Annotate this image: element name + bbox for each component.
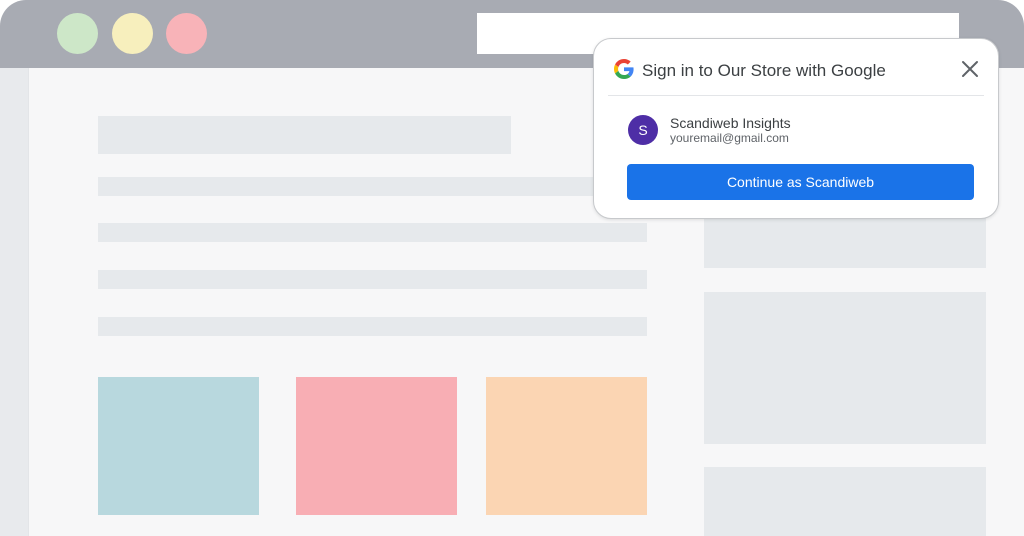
placeholder-line	[98, 317, 647, 336]
account-row[interactable]: S Scandiweb Insights youremail@gmail.com	[628, 113, 978, 151]
close-icon[interactable]	[958, 57, 982, 81]
left-strip	[0, 68, 28, 536]
avatar: S	[628, 115, 658, 145]
account-email: youremail@gmail.com	[670, 131, 789, 145]
google-sign-in-popup: Sign in to Our Store with Google S Scand…	[593, 38, 999, 219]
placeholder-tile-peach	[486, 377, 647, 515]
popup-title: Sign in to Our Store with Google	[642, 61, 886, 80]
placeholder-sidebar-block	[704, 467, 986, 536]
continue-button[interactable]: Continue as Scandiweb	[627, 164, 974, 200]
window-minimize-button[interactable]	[112, 13, 153, 54]
window-maximize-button[interactable]	[57, 13, 98, 54]
placeholder-line	[98, 177, 647, 196]
google-g-icon	[614, 59, 634, 79]
account-name: Scandiweb Insights	[670, 115, 791, 131]
placeholder-line	[98, 223, 647, 242]
placeholder-tile-pink	[296, 377, 457, 515]
placeholder-tile-blue	[98, 377, 259, 515]
window-close-button[interactable]	[166, 13, 207, 54]
placeholder-line	[98, 270, 647, 289]
placeholder-title	[98, 116, 511, 154]
placeholder-sidebar-block	[704, 292, 986, 444]
